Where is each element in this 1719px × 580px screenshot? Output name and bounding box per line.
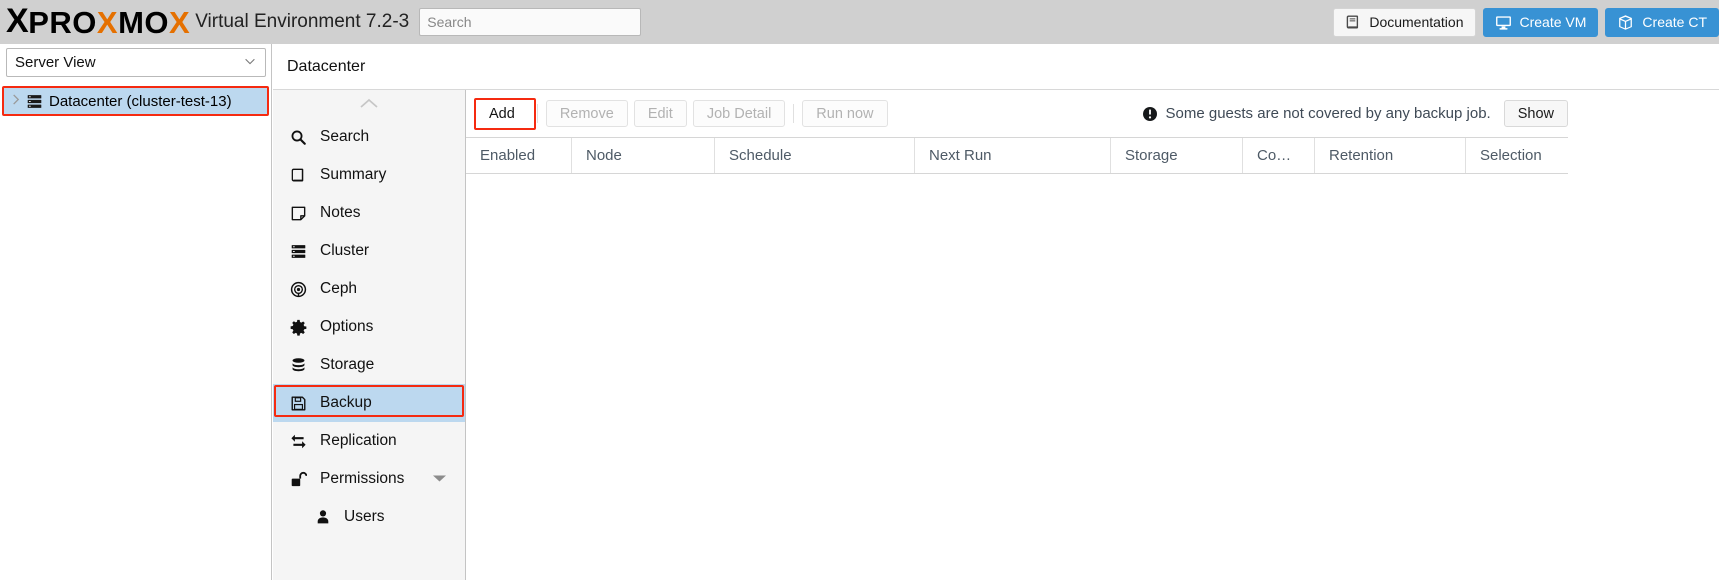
column-header-next-run[interactable]: Next Run bbox=[915, 138, 1111, 173]
top-header-bar: X PROXMOX Virtual Environment 7.2-3 Sear… bbox=[0, 0, 1719, 44]
warning-text: Some guests are not covered by any backu… bbox=[1165, 105, 1491, 122]
sidebar-item-label: Summary bbox=[320, 166, 387, 183]
remove-button[interactable]: Remove bbox=[545, 100, 628, 127]
job-detail-label: Job Detail bbox=[706, 105, 772, 122]
view-selector-label: Server View bbox=[15, 54, 96, 71]
add-button[interactable]: Add bbox=[475, 100, 529, 127]
sidebar-item-label: Options bbox=[320, 318, 374, 335]
sidebar-item-label: Notes bbox=[320, 204, 361, 221]
create-vm-label: Create VM bbox=[1519, 14, 1587, 30]
content-panel: Datacenter Add Remove Edit Job Detail Ru… bbox=[273, 44, 1719, 580]
backup-jobs-table-header: Enabled Node Schedule Next Run Storage C… bbox=[466, 137, 1568, 174]
sidebar-item-ceph[interactable]: Ceph bbox=[273, 270, 465, 308]
job-detail-button[interactable]: Job Detail bbox=[692, 100, 786, 127]
sidebar-item-label: Permissions bbox=[320, 470, 405, 487]
sidebar-item-label: Cluster bbox=[320, 242, 370, 259]
cluster-icon bbox=[26, 93, 43, 110]
column-header-storage[interactable]: Storage bbox=[1111, 138, 1243, 173]
create-ct-button[interactable]: Create CT bbox=[1605, 7, 1719, 37]
run-now-button[interactable]: Run now bbox=[802, 100, 888, 127]
alert-icon bbox=[1142, 106, 1158, 122]
toolbar-separator bbox=[793, 104, 795, 123]
column-header-selection[interactable]: Selection bbox=[1466, 138, 1568, 173]
sidebar-item-users[interactable]: Users bbox=[273, 498, 465, 536]
create-ct-label: Create CT bbox=[1642, 14, 1707, 30]
sidebar-item-label: Storage bbox=[320, 356, 375, 373]
user-icon bbox=[313, 509, 332, 525]
show-button[interactable]: Show bbox=[1503, 100, 1568, 127]
column-header-enabled[interactable]: Enabled bbox=[466, 138, 572, 173]
chevron-down-icon[interactable] bbox=[432, 470, 447, 488]
logo-text-pro: PRO bbox=[28, 4, 97, 40]
view-selector-dropdown[interactable]: Server View bbox=[6, 48, 266, 77]
datacenter-nav-menu: Search Summary Notes Cluster Ceph Option… bbox=[273, 90, 466, 580]
header-actions: Documentation Create VM Create CT bbox=[1333, 0, 1719, 44]
breadcrumb: Datacenter bbox=[273, 44, 1719, 90]
column-header-node[interactable]: Node bbox=[572, 138, 715, 173]
column-header-comment[interactable]: Co… bbox=[1243, 138, 1315, 173]
search-placeholder-text: Search bbox=[427, 14, 472, 30]
tree-item-label: Datacenter (cluster-test-13) bbox=[49, 92, 232, 110]
sidebar-item-label: Users bbox=[344, 508, 385, 525]
replication-icon bbox=[289, 433, 308, 450]
sidebar-item-label: Backup bbox=[320, 394, 372, 411]
documentation-button[interactable]: Documentation bbox=[1333, 7, 1476, 37]
book-icon bbox=[289, 167, 308, 184]
sidebar-item-backup[interactable]: Backup bbox=[273, 384, 465, 422]
edit-button[interactable]: Edit bbox=[633, 100, 687, 127]
sidebar-item-cluster[interactable]: Cluster bbox=[273, 232, 465, 270]
sidebar-item-summary[interactable]: Summary bbox=[273, 156, 465, 194]
nav-collapse-button[interactable] bbox=[273, 90, 465, 118]
container-box-icon bbox=[1617, 14, 1634, 31]
sidebar-item-permissions[interactable]: Permissions bbox=[273, 460, 465, 498]
note-icon bbox=[289, 205, 308, 222]
cluster-icon bbox=[289, 243, 308, 260]
logo-text-x2: X bbox=[96, 4, 119, 40]
book-icon bbox=[1345, 14, 1362, 31]
logo-x-icon: X bbox=[6, 2, 29, 40]
search-icon bbox=[289, 129, 308, 146]
ceph-icon bbox=[289, 281, 308, 298]
remove-label: Remove bbox=[559, 105, 614, 122]
chevron-right-icon[interactable] bbox=[11, 94, 20, 108]
sidebar-item-search[interactable]: Search bbox=[273, 118, 465, 156]
search-input[interactable]: Search bbox=[419, 8, 642, 36]
logo-text-mo: MO bbox=[118, 4, 169, 40]
chevron-down-icon bbox=[243, 54, 257, 72]
show-label: Show bbox=[1517, 105, 1554, 122]
sidebar-item-storage[interactable]: Storage bbox=[273, 346, 465, 384]
documentation-label: Documentation bbox=[1369, 14, 1464, 30]
sidebar-item-label: Ceph bbox=[320, 280, 358, 297]
breadcrumb-label: Datacenter bbox=[287, 57, 366, 75]
floppy-disk-icon bbox=[289, 395, 308, 412]
create-vm-button[interactable]: Create VM bbox=[1482, 7, 1599, 37]
column-header-retention[interactable]: Retention bbox=[1315, 138, 1466, 173]
product-title: Virtual Environment 7.2-3 bbox=[195, 11, 410, 32]
sidebar-item-label: Replication bbox=[320, 432, 397, 449]
proxmox-web-ui: X PROXMOX Virtual Environment 7.2-3 Sear… bbox=[0, 0, 1719, 580]
sidebar-item-options[interactable]: Options bbox=[273, 308, 465, 346]
sidebar-item-label: Search bbox=[320, 128, 370, 145]
unlock-icon bbox=[289, 471, 308, 488]
edit-label: Edit bbox=[647, 105, 673, 122]
column-header-schedule[interactable]: Schedule bbox=[715, 138, 915, 173]
sidebar-item-notes[interactable]: Notes bbox=[273, 194, 465, 232]
sidebar-item-replication[interactable]: Replication bbox=[273, 422, 465, 460]
backup-jobs-table-body bbox=[466, 174, 1568, 580]
tree-item-datacenter[interactable]: Datacenter (cluster-test-13) bbox=[4, 88, 267, 114]
add-label: Add bbox=[489, 105, 515, 122]
proxmox-logo[interactable]: X PROXMOX bbox=[0, 0, 190, 44]
toolbar-separator bbox=[536, 104, 538, 123]
warning-message: Some guests are not covered by any backu… bbox=[1142, 105, 1491, 122]
storage-icon bbox=[289, 357, 308, 374]
run-now-label: Run now bbox=[816, 105, 874, 122]
monitor-icon bbox=[1495, 14, 1512, 31]
gear-icon bbox=[289, 319, 308, 336]
resource-tree-panel: Server View Datacenter (cluster-test-13) bbox=[0, 44, 272, 580]
backup-coverage-warning: Some guests are not covered by any backu… bbox=[1078, 90, 1568, 137]
logo-text-x3: X bbox=[169, 4, 191, 40]
